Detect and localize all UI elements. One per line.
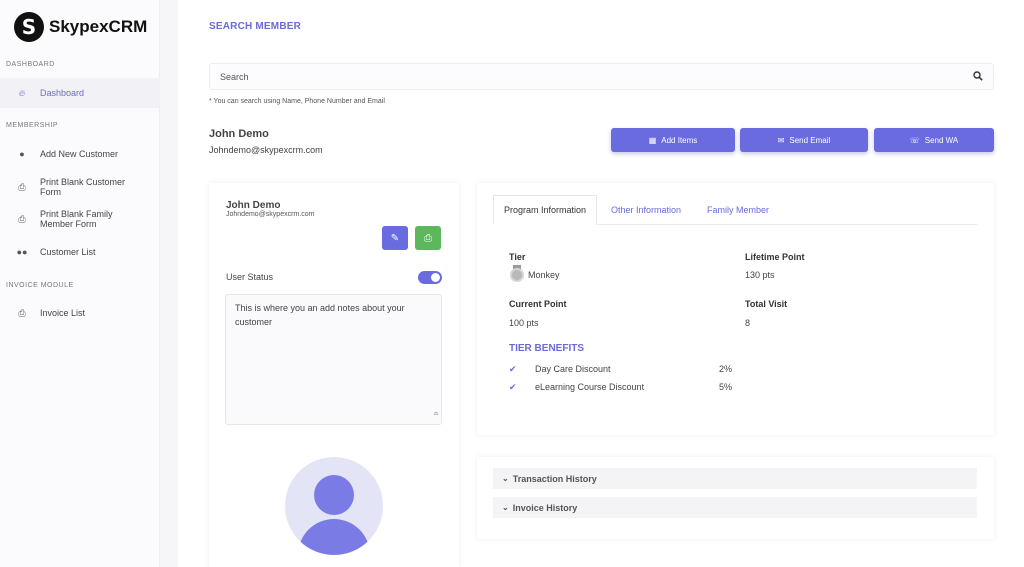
medal-icon (509, 265, 525, 283)
tier-benefits-title: TIER BENEFITS (509, 343, 585, 354)
whatsapp-icon: ☏ (909, 135, 920, 145)
printer-icon: ⎙ (18, 181, 26, 192)
notes-text: This is where you an add notes about you… (235, 303, 405, 327)
search-input[interactable]: Search (209, 63, 994, 90)
lifetime-point-value: 130 pts (745, 270, 775, 280)
total-visit-value: 8 (745, 318, 751, 328)
sidebar-item-label: Print Blank Family Member Form (40, 209, 113, 229)
chevron-down-icon: ⌄ (502, 503, 509, 512)
profile-email: Johndemo@skypexcrm.com (226, 211, 315, 218)
benefit-name: Day Care Discount (535, 364, 611, 374)
tab-other-information[interactable]: Other Information (611, 195, 681, 225)
sidebar-item-label: Invoice List (40, 308, 86, 318)
add-items-label: Add Items (661, 135, 698, 145)
sidebar-item-invoice-list[interactable]: ⎙ Invoice List (0, 304, 160, 322)
main-content: SEARCH MEMBER Search * You can search us… (178, 0, 1024, 567)
avatar-body (298, 519, 370, 555)
sidebar: S SkypexCRM DASHBOARD 🔥︎ Dashboard MEMBE… (0, 0, 160, 567)
benefit-value: 2% (719, 364, 733, 374)
edit-button[interactable]: ✎ (382, 226, 408, 250)
sidebar-item-label: Add New Customer (40, 149, 119, 159)
user-icon: ● (19, 149, 25, 159)
total-visit-label: Total Visit (745, 299, 788, 309)
page-title: SEARCH MEMBER (209, 21, 302, 32)
send-wa-label: Send WA (924, 135, 959, 145)
sidebar-section-dashboard: DASHBOARD (6, 61, 55, 68)
toggle-knob (431, 273, 440, 282)
profile-name: John Demo (226, 200, 281, 211)
search-placeholder: Search (220, 71, 249, 82)
profile-card: John Demo Johndemo@skypexcrm.com ✎ ⎙ Use… (209, 183, 459, 567)
check-icon: ✔ (509, 364, 517, 374)
send-email-button[interactable]: ✉ Send Email (740, 128, 868, 152)
resize-handle-icon[interactable]: ≏ (433, 408, 439, 422)
add-items-button[interactable]: ▦ Add Items (611, 128, 735, 152)
tab-bar: Program Information Other Information Fa… (493, 195, 977, 225)
program-card: Program Information Other Information Fa… (477, 183, 994, 435)
check-icon: ✔ (509, 382, 517, 392)
avatar (285, 457, 383, 555)
printer-icon: ⎙ (424, 232, 432, 244)
tab-program-information[interactable]: Program Information (493, 195, 598, 225)
sidebar-item-label: Dashboard (40, 88, 85, 98)
sidebar-item-print-blank-customer-form[interactable]: ⎙ Print Blank Customer Form (0, 176, 160, 198)
pencil-icon: ✎ (390, 232, 400, 244)
user-status-label: User Status (226, 272, 274, 282)
envelope-icon: ✉ (777, 135, 785, 145)
sidebar-item-label: Customer List (40, 247, 96, 257)
sidebar-item-dashboard[interactable]: 🔥︎ Dashboard (0, 78, 160, 108)
search-hint: * You can search using Name, Phone Numbe… (209, 98, 385, 105)
chevron-down-icon: ⌄ (502, 474, 509, 483)
transaction-history-label: Transaction History (512, 473, 597, 484)
sidebar-item-label: Print Blank Customer Form (40, 177, 126, 197)
logo-mark-icon: S (14, 12, 44, 42)
sidebar-item-add-new-customer[interactable]: ● Add New Customer (0, 145, 160, 163)
invoice-history-accordion[interactable]: ⌄ Invoice History (493, 497, 977, 518)
sidebar-gutter (160, 0, 178, 567)
invoice-history-label: Invoice History (512, 502, 578, 513)
send-wa-button[interactable]: ☏ Send WA (874, 128, 994, 152)
sidebar-item-print-blank-family-member-form[interactable]: ⎙ Print Blank Family Member Form (0, 208, 160, 230)
member-email: Johndemo@skypexcrm.com (209, 145, 323, 155)
send-email-label: Send Email (789, 135, 831, 145)
brand-logo[interactable]: S SkypexCRM (14, 12, 147, 42)
tier-label: Tier (509, 252, 526, 262)
printer-icon: ⎙ (18, 307, 26, 318)
current-point-value: 100 pts (509, 318, 539, 328)
sidebar-section-membership: MEMBERSHIP (6, 122, 59, 129)
avatar-head (314, 475, 354, 515)
sidebar-section-invoice-module: INVOICE MODULE (6, 282, 74, 289)
lifetime-point-label: Lifetime Point (745, 252, 805, 262)
users-icon: ●● (16, 247, 28, 257)
history-card: ⌄ Transaction History ⌄ Invoice History (477, 457, 994, 539)
tab-family-member[interactable]: Family Member (707, 195, 769, 225)
benefit-name: eLearning Course Discount (535, 382, 645, 392)
tier-value: Monkey (528, 270, 560, 280)
transaction-history-accordion[interactable]: ⌄ Transaction History (493, 468, 977, 489)
brand-name: SkypexCRM (49, 17, 148, 36)
fire-icon: 🔥︎ (18, 87, 26, 98)
medal-disc (510, 268, 524, 282)
printer-icon: ⎙ (18, 213, 26, 224)
notes-textarea[interactable]: This is where you an add notes about you… (225, 294, 442, 425)
building-icon: ▦ (648, 135, 657, 145)
member-name: John Demo (209, 128, 269, 140)
print-button[interactable]: ⎙ (415, 226, 441, 250)
benefit-value: 5% (719, 382, 733, 392)
search-icon[interactable] (973, 71, 983, 84)
current-point-label: Current Point (509, 299, 567, 309)
sidebar-item-customer-list[interactable]: ●● Customer List (0, 243, 160, 261)
user-status-toggle[interactable] (418, 271, 442, 284)
